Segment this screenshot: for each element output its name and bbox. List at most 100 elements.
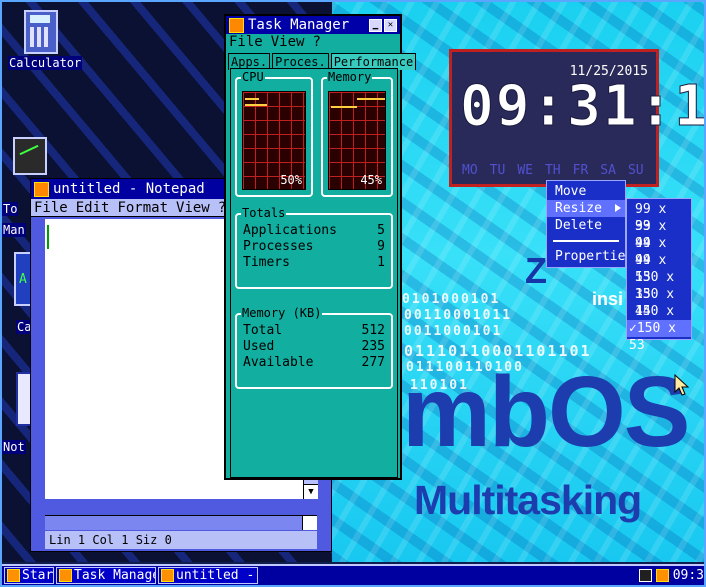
memory-graph-line: [357, 98, 385, 100]
clock-weekdays: MO TU WE TH FR SA SU: [462, 163, 644, 178]
checkmark-icon: ✓: [629, 321, 637, 336]
close-icon[interactable]: ✕: [384, 18, 397, 32]
weekday-label: FR: [572, 163, 589, 178]
system-tray: 09:3: [638, 568, 704, 583]
resize-submenu: 99 x 33 99 x 44 99 x 44 99 x 53 150 x 33…: [626, 198, 692, 353]
tray-icon[interactable]: [655, 569, 669, 582]
task-manager-icon: [13, 137, 47, 175]
stat-row-used: Used 235: [243, 339, 385, 354]
desktop-icon-label: Calculator: [8, 56, 83, 70]
memory-group: Memory 45%: [321, 70, 393, 197]
totals-group: Totals Applications 5 Processes 9 Timers 1: [235, 206, 393, 289]
resize-option[interactable]: 150 x 44: [627, 303, 691, 336]
stat-row-processes: Processes 9: [243, 239, 385, 254]
taskbar-clock[interactable]: 09:3: [673, 568, 704, 583]
wallpaper-binary: 0011000101: [404, 324, 503, 339]
cpu-graph: 50%: [242, 91, 306, 190]
clock-widget[interactable]: 11/25/2015 09:31:19 MO TU WE TH FR SA SU: [449, 49, 704, 187]
memory-graph-line: [331, 106, 357, 108]
widget-context-menu: Move Resize Delete Properties: [546, 180, 633, 268]
wallpaper-binary: 00110001011: [404, 308, 513, 323]
resize-option[interactable]: 150 x 33: [627, 269, 691, 302]
task-manager-menu-help[interactable]: ?: [312, 34, 320, 50]
resize-grip-icon[interactable]: [302, 516, 317, 530]
start-icon: [7, 569, 20, 582]
taskbar-button-task-manager[interactable]: Task Manage: [56, 567, 156, 584]
memory-kb-label: Memory (KB): [241, 306, 323, 320]
wallpaper-binary: 0101000101: [402, 292, 501, 307]
stat-row-available: Available 277: [243, 355, 385, 370]
desktop-icon-label-not: Not: [2, 440, 26, 454]
cpu-graph-line: [245, 98, 259, 100]
resize-option-checked[interactable]: ✓150 x 53: [627, 320, 691, 353]
task-manager-window[interactable]: Task Manager ▁ ✕ File View ? Apps. Proce…: [224, 14, 417, 480]
resize-option[interactable]: 99 x 33: [627, 201, 691, 234]
memory-label: Memory: [327, 70, 373, 84]
weekday-label: MO: [462, 163, 478, 178]
desktop-icon-label-man: Man: [2, 223, 26, 237]
wallpaper-brand-z: Z: [525, 250, 547, 291]
memory-graph: 45%: [328, 91, 386, 190]
task-manager-app-icon: [59, 569, 72, 582]
calculator-icon: [24, 10, 58, 54]
resize-option[interactable]: 99 x 44: [627, 218, 691, 251]
cpu-group: CPU 50%: [235, 70, 313, 197]
task-manager-app-icon: [229, 17, 244, 33]
text-cursor: [47, 225, 49, 249]
submenu-arrow-icon: [615, 204, 621, 212]
screen: 0101000101 00110001011 0011000101 011101…: [0, 0, 706, 587]
stat-row-timers: Timers 1: [243, 255, 385, 270]
taskbar: Start Task Manage untitled - Nc 09:3: [2, 564, 704, 585]
weekday-label: SU: [627, 163, 644, 178]
task-manager-menu-file[interactable]: File: [229, 34, 263, 50]
desktop-icon-calculator[interactable]: Calculator: [8, 10, 83, 70]
task-manager-title: Task Manager: [248, 17, 350, 33]
weekday-label: WE: [517, 163, 533, 178]
notepad-horizontal-scrollbar[interactable]: [45, 515, 317, 530]
menu-item-properties[interactable]: Properties: [547, 248, 633, 265]
notepad-menu-format[interactable]: Format: [117, 200, 168, 216]
notepad-app-icon: [34, 181, 49, 197]
stat-row-total: Total 512: [243, 323, 385, 338]
memory-kb-group: Memory (KB) Total 512 Used 235 Available 27…: [235, 306, 393, 389]
tray-icon[interactable]: [638, 569, 652, 582]
wallpaper-brand-insi: insi: [592, 289, 624, 309]
wallpaper-brand-logo: mbOS: [402, 356, 690, 468]
notepad-app-icon: [161, 569, 174, 582]
cpu-percent: 50%: [280, 173, 302, 187]
task-manager-menu-view[interactable]: View: [271, 34, 305, 50]
minimize-icon[interactable]: ▁: [369, 18, 382, 32]
weekday-label: TH: [544, 163, 561, 178]
notepad-menu-view[interactable]: View: [176, 200, 210, 216]
notepad-title: untitled - Notepad: [53, 181, 205, 197]
notepad-menu-file[interactable]: File: [34, 200, 68, 216]
menu-item-resize[interactable]: Resize: [547, 200, 625, 217]
scroll-down-arrow-icon[interactable]: ▼: [304, 484, 318, 499]
weekday-label: TU: [489, 163, 506, 178]
resize-option[interactable]: 99 x 44: [627, 235, 691, 268]
totals-label: Totals: [241, 206, 287, 220]
wallpaper-brand-subtitle: Multitasking: [414, 477, 642, 523]
task-manager-tabs: Apps. Proces. Performance: [226, 50, 417, 70]
menu-item-delete[interactable]: Delete: [547, 217, 625, 234]
cpu-label: CPU: [241, 70, 265, 84]
menu-item-move[interactable]: Move: [547, 183, 625, 200]
notepad-menu-edit[interactable]: Edit: [76, 200, 110, 216]
resize-option[interactable]: 99 x 53: [627, 252, 691, 285]
taskbar-button-notepad[interactable]: untitled - Nc: [158, 567, 258, 584]
stat-row-applications: Applications 5: [243, 223, 385, 238]
mouse-pointer-icon: [674, 374, 690, 396]
desktop-icon-label-to: To: [2, 202, 19, 216]
task-manager-menu-bar: File View ?: [226, 34, 400, 50]
notepad-status-bar: Lin 1 Col 1 Siz 0: [45, 531, 317, 549]
clock-time: 09:31:19: [460, 74, 704, 140]
desktop-icon-task-manager[interactable]: [10, 137, 50, 175]
task-manager-title-bar[interactable]: Task Manager ▁ ✕: [226, 16, 400, 34]
performance-panel: CPU 50% Memory 45% Totals Applications 5…: [230, 68, 398, 478]
memory-percent: 45%: [360, 173, 382, 187]
menu-separator: [553, 240, 619, 242]
weekday-label: SA: [600, 163, 616, 178]
resize-option[interactable]: 150 x 44: [627, 286, 691, 319]
cpu-graph-line: [245, 104, 267, 106]
start-button[interactable]: Start: [4, 567, 54, 584]
